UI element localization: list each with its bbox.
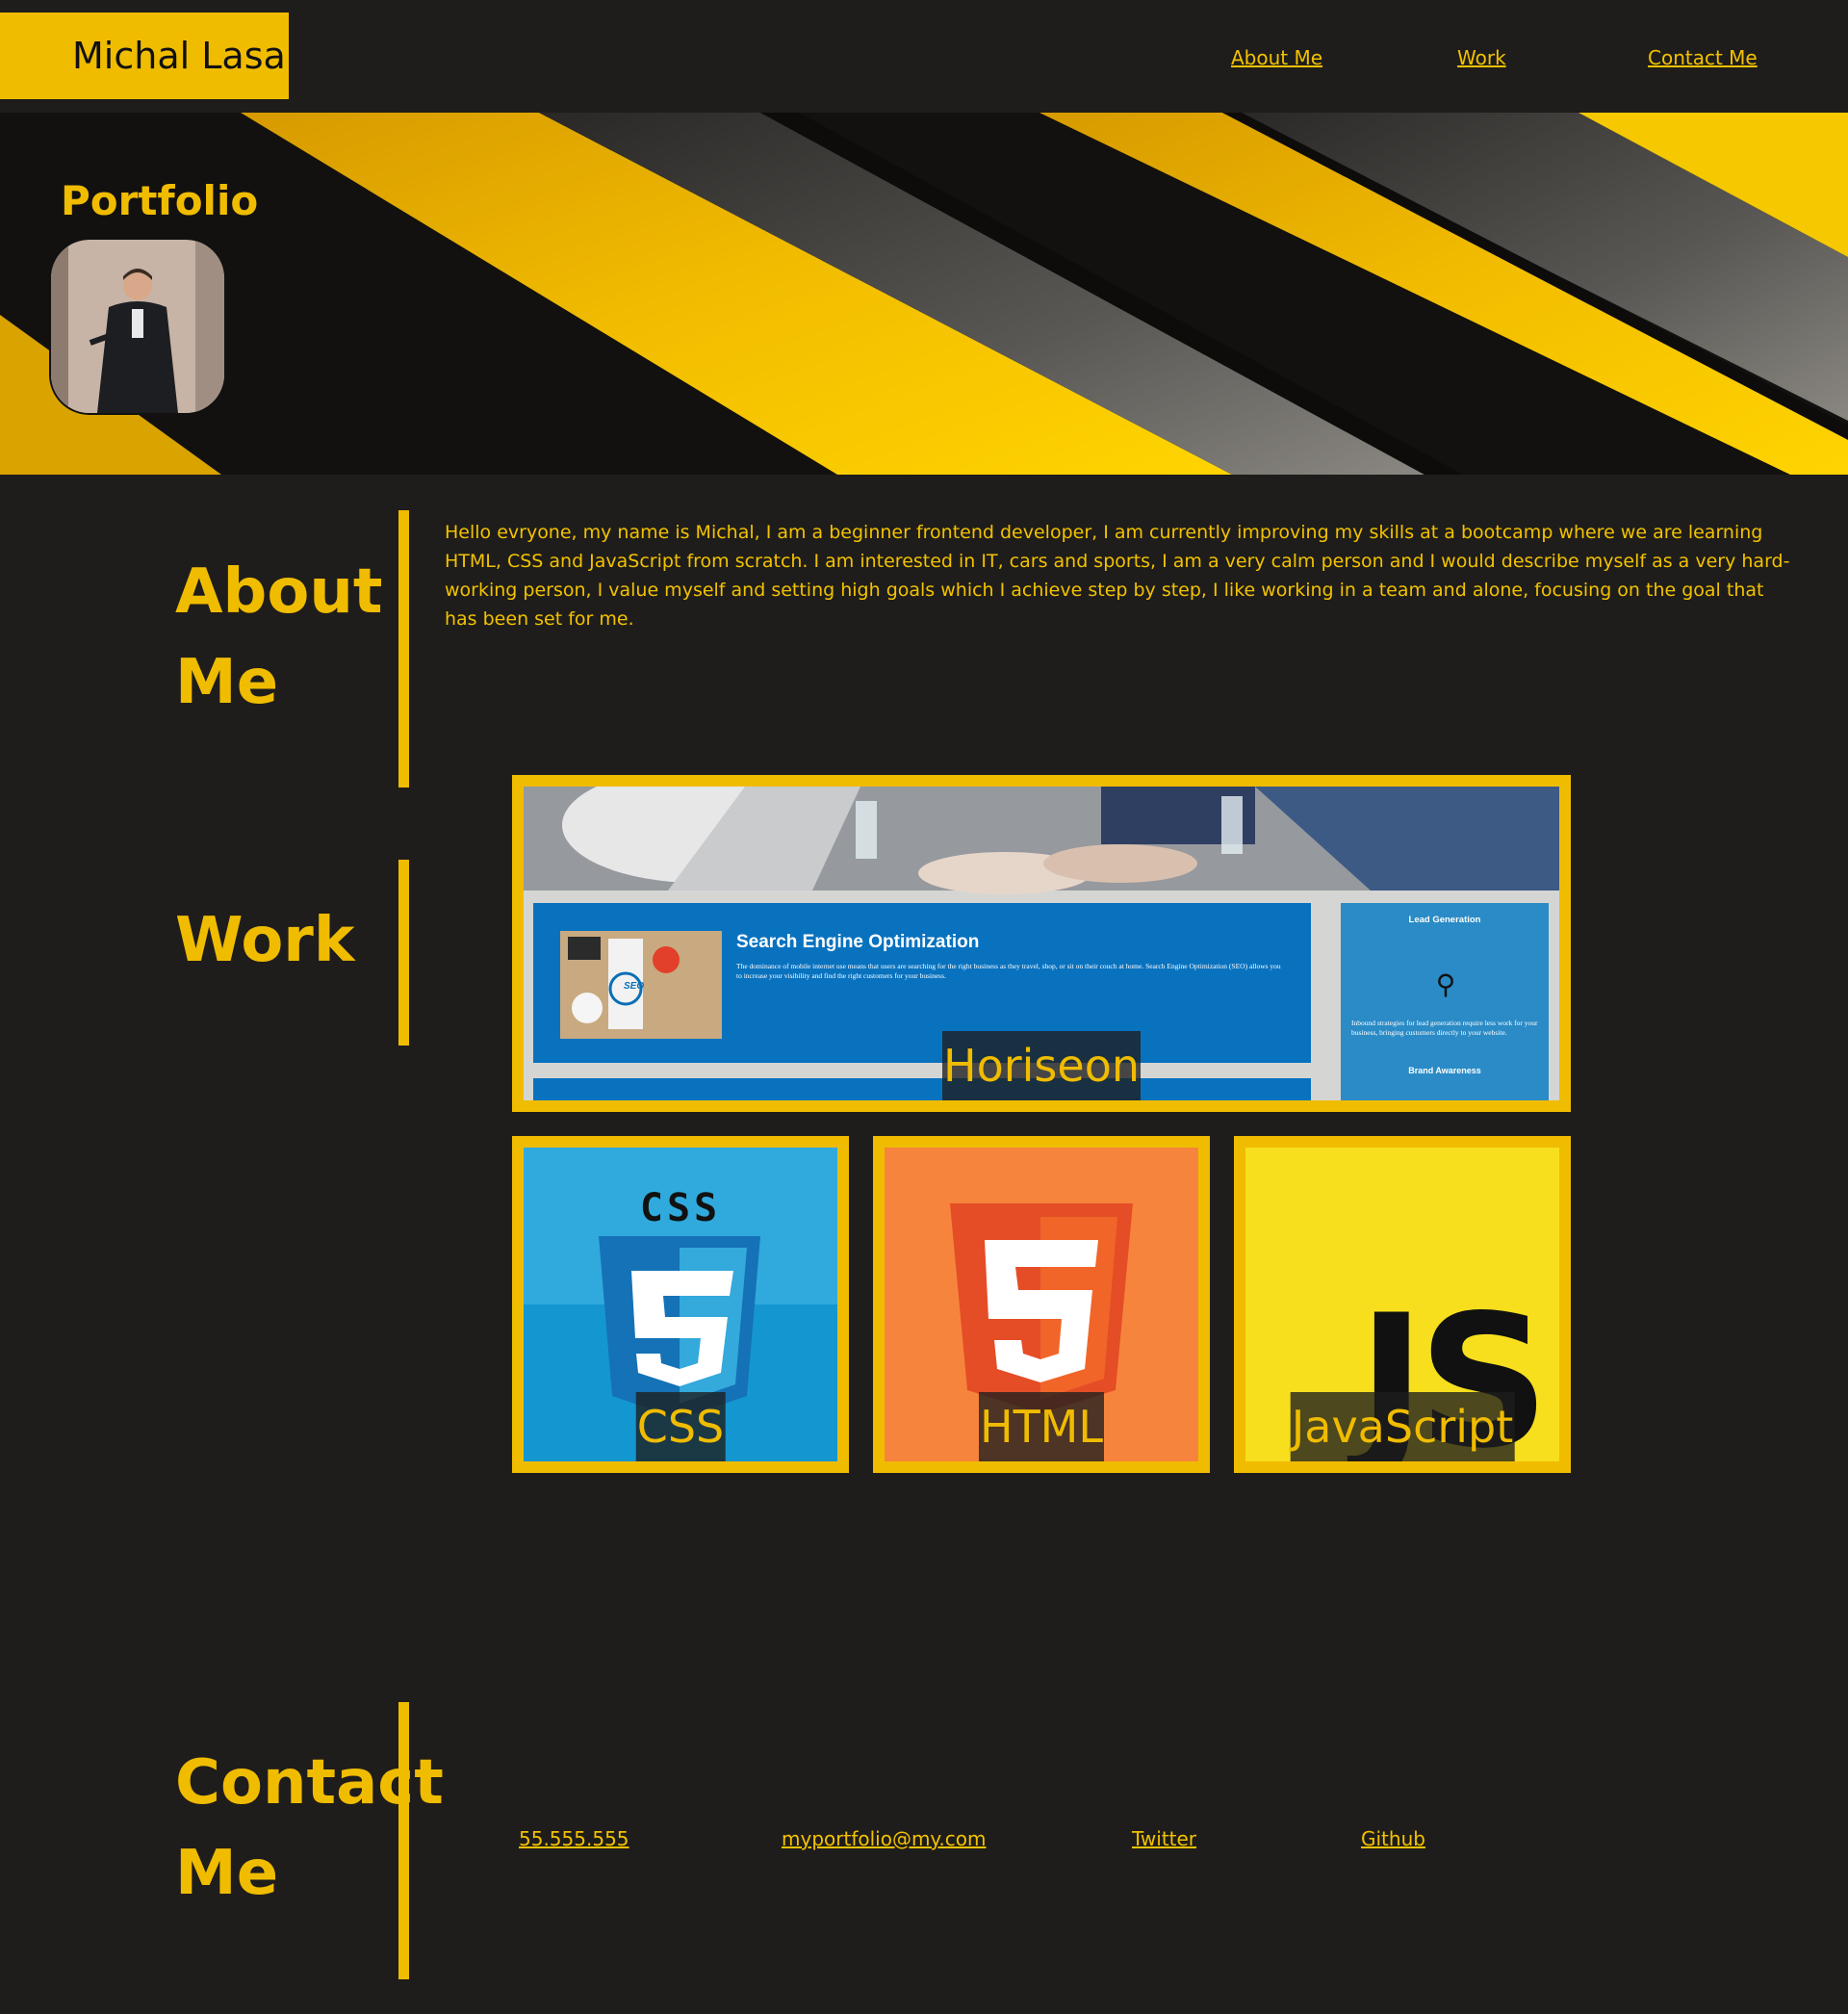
hero-banner: [0, 113, 1848, 475]
horiseon-preview-heading: Search Engine Optimization: [736, 932, 980, 952]
project-label-css[interactable]: CSS: [635, 1392, 726, 1461]
project-card-javascript[interactable]: JS JavaScript: [1234, 1136, 1571, 1473]
hero-title: Portfolio: [61, 177, 259, 224]
about-text: Hello evryone, my name is Michal, I am a…: [445, 522, 1790, 630]
work-divider: [398, 860, 409, 1046]
project-card-horiseon[interactable]: ⚲ Search Engine Optimization The dominan…: [512, 775, 1571, 1112]
css-logo: CSS 3 CSS: [524, 1148, 837, 1461]
profile-photo: [49, 238, 226, 415]
horiseon-side-body: Inbound strategies for lead generation r…: [1351, 1019, 1538, 1037]
project-label-horiseon[interactable]: Horiseon: [942, 1031, 1141, 1100]
html-logo: 5 HTML: [885, 1148, 1198, 1461]
nav-contact-me[interactable]: Contact Me: [1648, 46, 1758, 69]
project-label-javascript[interactable]: JavaScript: [1290, 1392, 1515, 1461]
javascript-logo: JS JavaScript: [1245, 1148, 1559, 1461]
horiseon-preview: ⚲ Search Engine Optimization The dominan…: [524, 787, 1559, 1100]
about-title-line1: About: [175, 556, 383, 628]
about-title-line2: Me: [175, 647, 279, 718]
horiseon-side-heading: Lead Generation: [1408, 915, 1481, 925]
hero-background-image: [0, 113, 1848, 475]
work-title: Work: [175, 905, 355, 976]
horiseon-preview-body: The dominance of mobile internet use mea…: [736, 962, 1281, 980]
contact-divider: [398, 1702, 409, 1979]
contact-email-link[interactable]: myportfolio@my.com: [782, 1827, 986, 1850]
project-label-html[interactable]: HTML: [978, 1392, 1105, 1461]
contact-twitter-link[interactable]: Twitter: [1132, 1827, 1196, 1850]
nav-work[interactable]: Work: [1457, 46, 1506, 69]
css-logo-text: CSS: [639, 1186, 722, 1230]
about-divider: [398, 510, 409, 788]
project-card-html[interactable]: 5 HTML: [873, 1136, 1210, 1473]
seo-badge: SEO: [624, 981, 645, 992]
nav-about-me[interactable]: About Me: [1231, 46, 1322, 69]
horiseon-side-footer: Brand Awareness: [1408, 1066, 1481, 1075]
contact-phone-link[interactable]: 55.555.555: [519, 1827, 629, 1850]
project-card-css[interactable]: CSS 3 CSS: [512, 1136, 849, 1473]
contact-github-link[interactable]: Github: [1361, 1827, 1425, 1850]
site-logo[interactable]: Michal Lasa: [72, 13, 286, 99]
contact-title-line2: Me: [175, 1838, 279, 1909]
svg-text:⚲: ⚲: [1436, 968, 1456, 1000]
